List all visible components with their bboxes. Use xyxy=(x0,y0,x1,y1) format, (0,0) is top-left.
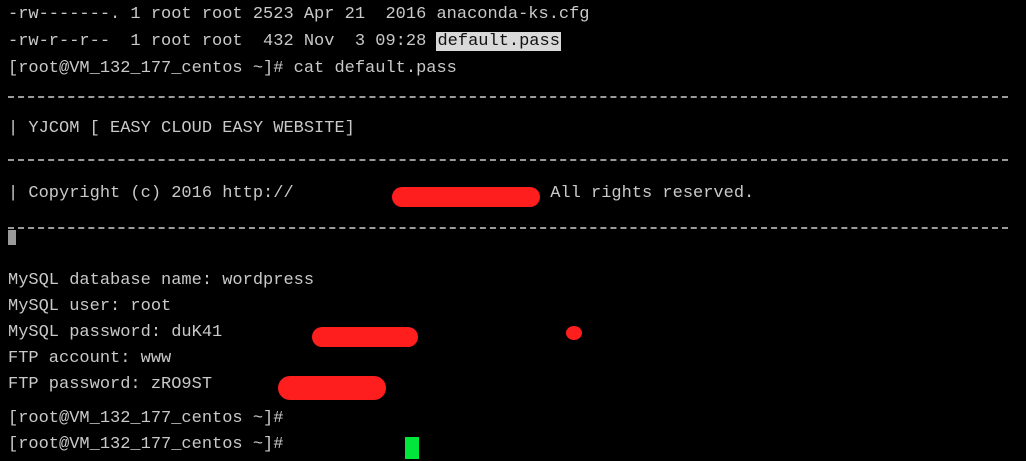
ftp-account: FTP account: www xyxy=(8,349,172,368)
banner-divider-middle xyxy=(8,159,1008,161)
terminal-cursor[interactable] xyxy=(405,437,419,459)
terminal-window[interactable]: -rw-------. 1 root root 2523 Apr 21 2016… xyxy=(0,0,1026,461)
mysql-database-name: MySQL database name: wordpress xyxy=(8,271,315,290)
redacted-mysql-password-mark xyxy=(312,327,418,347)
listing-line-anaconda: -rw-------. 1 root root 2523 Apr 21 2016… xyxy=(8,5,590,24)
mysql-password: MySQL password: duK41 xyxy=(8,323,223,342)
listing-line-prefix: -rw-r--r-- 1 root root 432 Nov 3 09:28 xyxy=(8,32,437,51)
redacted-url-mark xyxy=(392,187,540,207)
redacted-ftp-password-mark xyxy=(278,376,386,400)
highlighted-filename: default.pass xyxy=(436,32,561,51)
banner-copyright-start: | Copyright (c) 2016 http:// xyxy=(8,184,294,203)
banner-copyright-end: All rights reserved. xyxy=(540,184,755,203)
command-cat: [root@VM_132_177_centos ~]# cat default.… xyxy=(8,59,457,78)
shell-prompt-2: [root@VM_132_177_centos ~]# xyxy=(8,435,294,454)
mysql-user: MySQL user: root xyxy=(8,297,172,316)
red-dot-mark xyxy=(566,326,582,340)
listing-line-default-pass: -rw-r--r-- 1 root root 432 Nov 3 09:28 d… xyxy=(8,31,561,53)
banner-title: | YJCOM [ EASY CLOUD EASY WEBSITE] xyxy=(8,119,355,138)
previous-cursor-mark xyxy=(8,230,16,245)
ftp-password: FTP password: zRO9ST xyxy=(8,375,213,394)
banner-divider-top xyxy=(8,96,1008,98)
shell-prompt-1: [root@VM_132_177_centos ~]# xyxy=(8,409,284,428)
banner-divider-bottom xyxy=(8,227,1008,229)
